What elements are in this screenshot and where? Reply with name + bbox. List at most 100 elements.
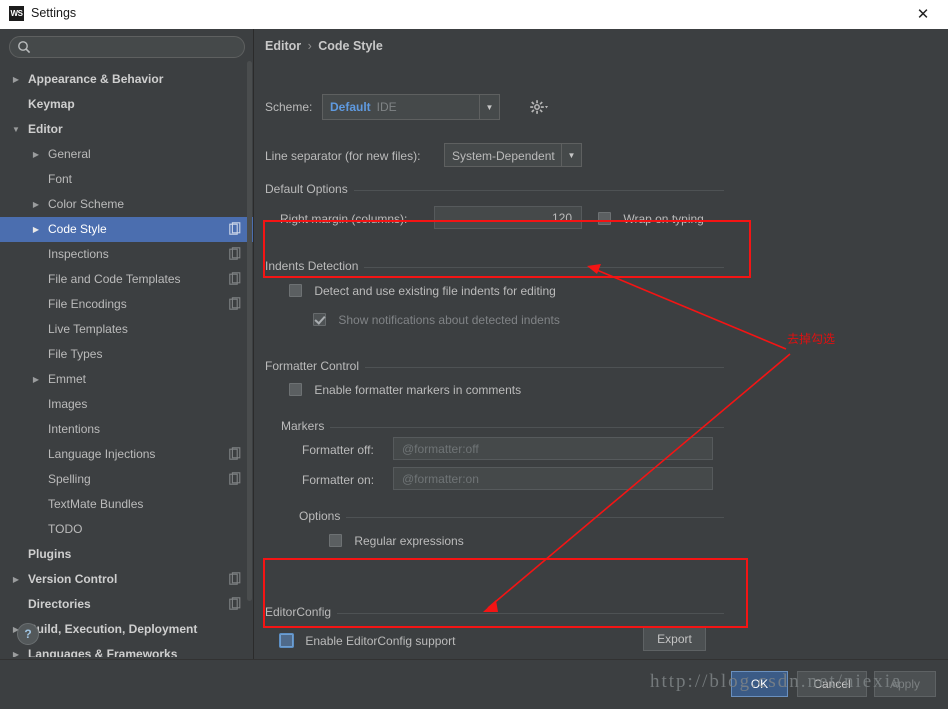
chevron-right-icon[interactable]: ▶ [10,67,22,92]
sidebar-item-label: Code Style [48,222,107,236]
sidebar-item-editor[interactable]: ▼ Editor [0,117,253,142]
line-separator-dropdown[interactable]: System-Dependent ▼ [444,143,582,167]
sidebar-item-file-types[interactable]: File Types [0,342,253,367]
detect-indents-label: Detect and use existing file indents for… [314,283,556,298]
formatter-on-label: Formatter on: [302,473,375,487]
formatter-off-label: Formatter off: [302,443,374,457]
chevron-right-icon[interactable]: ▶ [10,642,22,657]
chevron-down-icon[interactable]: ▼ [479,95,499,119]
sidebar-item-directories[interactable]: Directories [0,592,253,617]
wrap-on-typing-label: Wrap on typing [623,211,704,226]
line-separator-value: System-Dependent [452,149,555,163]
sidebar-item-code-style[interactable]: ▶ Code Style [0,217,253,242]
detect-indents-checkbox[interactable] [289,284,302,298]
sidebar-item-label: Images [48,397,88,411]
formatter-off-value: @formatter:off [402,441,479,456]
copy-settings-icon[interactable] [229,472,241,486]
chevron-right-icon[interactable]: ▶ [30,142,42,167]
sidebar-item-label: Keymap [28,97,75,111]
copy-settings-icon[interactable] [229,222,241,236]
sidebar-item-languages-frameworks[interactable]: ▶ Languages & Frameworks [0,642,253,657]
scheme-value-wrap: Default IDE [330,95,397,119]
enable-formatter-markers-row[interactable]: Enable formatter markers in comments [289,382,521,397]
copy-settings-icon[interactable] [229,572,241,586]
chevron-down-icon[interactable]: ▼ [10,117,22,142]
line-separator-label: Line separator (for new files): [265,149,421,163]
close-icon[interactable]: ✕ [906,0,940,29]
apply-button[interactable]: Apply [874,671,936,697]
breadcrumb-parent[interactable]: Editor [265,39,301,53]
chevron-right-icon[interactable]: ▶ [30,217,42,242]
sidebar-item-file-and-code-templates[interactable]: File and Code Templates [0,267,253,292]
sidebar-item-language-injections[interactable]: Language Injections [0,442,253,467]
sidebar-item-label: Version Control [28,572,118,586]
sidebar-item-label: Language Injections [48,447,156,461]
indents-detection-title: Indents Detection [265,259,365,273]
copy-settings-icon[interactable] [229,272,241,286]
export-button[interactable]: Export [643,627,706,651]
editorconfig-title: EditorConfig [265,605,338,619]
right-margin-input[interactable]: 120 [434,206,582,229]
copy-settings-icon[interactable] [229,297,241,311]
sidebar-item-file-encodings[interactable]: File Encodings [0,292,253,317]
app-logo-icon: WS [9,6,24,21]
sidebar-item-label: Inspections [48,247,109,261]
window-title: Settings [31,6,77,20]
enable-formatter-markers-checkbox[interactable] [289,383,302,397]
sidebar-item-label: File Types [48,347,103,361]
formatter-control-title: Formatter Control [265,359,366,373]
sidebar-item-inspections[interactable]: Inspections [0,242,253,267]
sidebar-item-color-scheme[interactable]: ▶ Color Scheme [0,192,253,217]
group-divider [299,517,724,518]
gear-icon[interactable] [530,99,548,115]
sidebar-item-label: Build, Execution, Deployment [28,622,198,636]
settings-tree[interactable]: ▶ Appearance & Behavior Keymap ▼ Editor ▶ Gene… [0,67,253,657]
sidebar-item-keymap[interactable]: Keymap [0,92,253,117]
sidebar-item-label: Appearance & Behavior [28,72,164,86]
ok-button[interactable]: OK [731,671,788,697]
copy-settings-icon[interactable] [229,597,241,611]
enable-formatter-markers-label: Enable formatter markers in comments [314,382,522,397]
sidebar-item-textmate-bundles[interactable]: TextMate Bundles [0,492,253,517]
search-box[interactable] [9,36,245,58]
detect-indents-row[interactable]: Detect and use existing file indents for… [289,283,556,298]
sidebar-item-appearance-behavior[interactable]: ▶ Appearance & Behavior [0,67,253,92]
chevron-right-icon[interactable]: ▶ [30,192,42,217]
sidebar-item-intentions[interactable]: Intentions [0,417,253,442]
sidebar-item-images[interactable]: Images [0,392,253,417]
show-notifications-checkbox[interactable] [313,313,326,327]
formatter-on-input[interactable]: @formatter:on [393,467,713,490]
copy-settings-icon[interactable] [229,447,241,461]
enable-editorconfig-row[interactable]: Enable EditorConfig support [280,633,455,648]
regular-expressions-checkbox[interactable] [329,534,342,548]
wrap-on-typing-row[interactable]: Wrap on typing [598,211,704,226]
formatter-off-input[interactable]: @formatter:off [393,437,713,460]
markers-title: Markers [281,419,331,433]
sidebar-item-version-control[interactable]: ▶ Version Control [0,567,253,592]
sidebar-item-label: File and Code Templates [48,272,181,286]
sidebar-scrollbar[interactable] [247,61,252,601]
sidebar-item-todo[interactable]: TODO [0,517,253,542]
sidebar-item-emmet[interactable]: ▶ Emmet [0,367,253,392]
scheme-label: Scheme: [265,100,313,114]
sidebar-item-spelling[interactable]: Spelling [0,467,253,492]
regular-expressions-row[interactable]: Regular expressions [329,533,464,548]
sidebar-item-plugins[interactable]: Plugins [0,542,253,567]
enable-editorconfig-checkbox[interactable] [280,634,293,648]
formatter-on-value: @formatter:on [402,471,479,486]
show-notifications-row[interactable]: Show notifications about detected indent… [313,312,560,327]
scheme-dropdown[interactable]: Default IDE ▼ [322,94,500,120]
settings-sidebar: ▶ Appearance & Behavior Keymap ▼ Editor ▶ Gene… [0,29,254,659]
chevron-right-icon[interactable]: ▶ [10,567,22,592]
wrap-on-typing-checkbox[interactable] [598,212,611,226]
chevron-down-icon[interactable]: ▼ [561,144,581,166]
chevron-right-icon[interactable]: ▶ [30,367,42,392]
help-icon[interactable]: ? [17,623,39,645]
search-input[interactable] [36,39,240,57]
sidebar-item-live-templates[interactable]: Live Templates [0,317,253,342]
sidebar-item-font[interactable]: Font [0,167,253,192]
sidebar-item-general[interactable]: ▶ General [0,142,253,167]
copy-settings-icon[interactable] [229,247,241,261]
breadcrumb-separator: › [307,39,312,53]
cancel-button[interactable]: Cancel [797,671,867,697]
